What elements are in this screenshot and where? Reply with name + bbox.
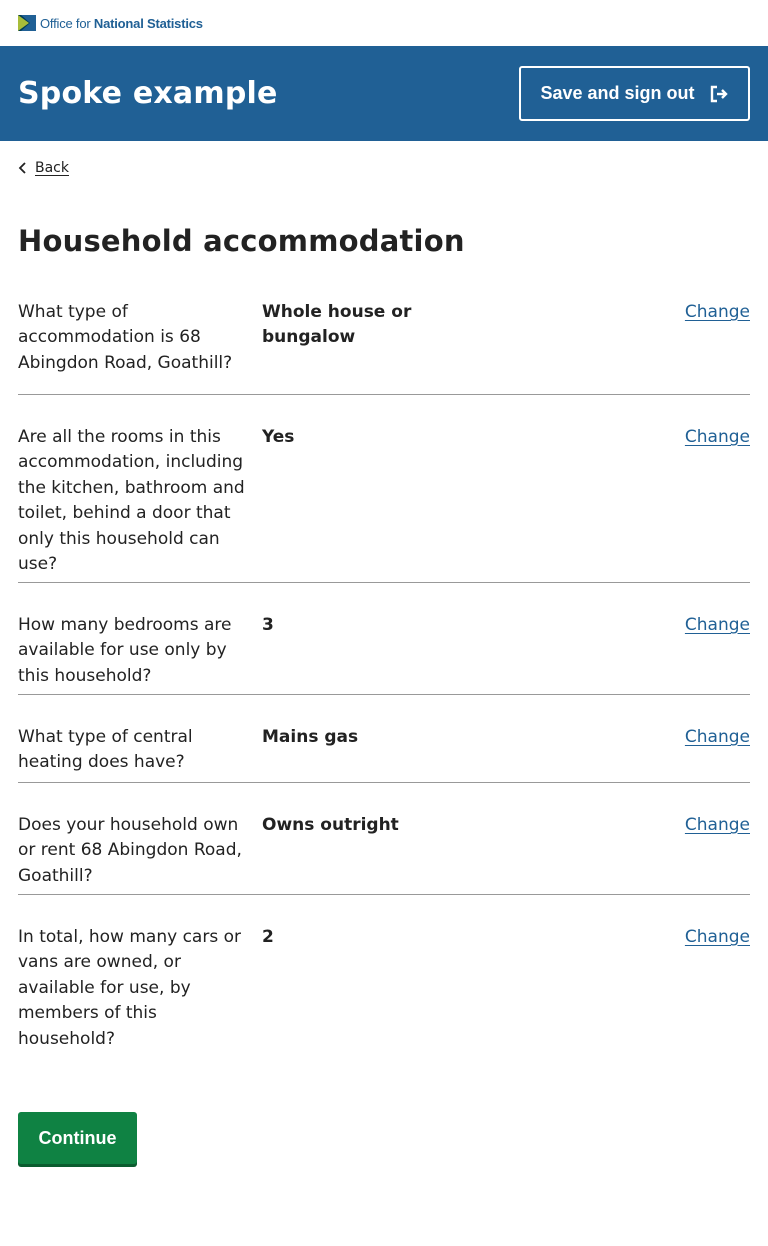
page-title: Household accommodation	[18, 224, 465, 258]
summary-row-tenure: Does your household own or rent 68 Abing…	[18, 783, 750, 895]
change-link[interactable]: Change	[685, 727, 750, 747]
summary-question: What type of accommodation is 68 Abingdo…	[18, 302, 233, 373]
continue-button[interactable]: Continue	[18, 1112, 137, 1164]
summary-question: What type of central heating does have?	[18, 727, 193, 773]
ons-logo-icon	[18, 15, 36, 31]
summary-answer: Yes	[262, 427, 295, 447]
change-link[interactable]: Change	[685, 815, 750, 835]
change-link[interactable]: Change	[685, 615, 750, 635]
summary-answer: Owns outright	[262, 815, 399, 835]
summary-row-central-heating: What type of central heating does have? …	[18, 695, 750, 783]
back-link-label: Back	[35, 160, 69, 176]
header-bar: Spoke example Save and sign out	[0, 46, 768, 141]
summary-change-cell: Change	[452, 725, 750, 782]
top-bar: Office for National Statistics	[0, 0, 768, 46]
summary-question: In total, how many cars or vans are owne…	[18, 927, 241, 1049]
save-and-sign-out-button[interactable]: Save and sign out	[519, 66, 750, 121]
summary-row-bedrooms: How many bedrooms are available for use …	[18, 583, 750, 695]
summary-answer: 2	[262, 927, 274, 947]
summary-row-cars: In total, how many cars or vans are owne…	[18, 895, 750, 1055]
change-link[interactable]: Change	[685, 427, 750, 447]
back-link[interactable]: Back	[18, 160, 69, 176]
change-link[interactable]: Change	[685, 927, 750, 947]
summary-row-accommodation-type: What type of accommodation is 68 Abingdo…	[18, 300, 750, 395]
save-and-sign-out-label: Save and sign out	[540, 83, 695, 103]
ons-logo[interactable]: Office for National Statistics	[18, 15, 203, 31]
summary-change-cell: Change	[452, 813, 750, 894]
summary-row-self-contained: Are all the rooms in this accommodation,…	[18, 395, 750, 583]
summary-change-cell: Change	[452, 613, 750, 694]
summary-list: What type of accommodation is 68 Abingdo…	[18, 300, 750, 1055]
summary-change-cell: Change	[452, 925, 750, 1055]
summary-answer: 3	[262, 615, 274, 635]
summary-change-cell: Change	[452, 425, 750, 582]
summary-change-cell: Change	[452, 300, 750, 394]
header-title: Spoke example	[18, 76, 278, 111]
summary-question: How many bedrooms are available for use …	[18, 615, 232, 686]
summary-answer: Whole house or bungalow	[262, 302, 412, 348]
change-link[interactable]: Change	[685, 302, 750, 322]
summary-question: Are all the rooms in this accommodation,…	[18, 427, 245, 575]
summary-answer: Mains gas	[262, 727, 359, 747]
chevron-left-icon	[18, 162, 26, 174]
ons-logo-text: Office for National Statistics	[40, 15, 203, 31]
summary-question: Does your household own or rent 68 Abing…	[18, 815, 242, 886]
sign-out-icon	[710, 85, 728, 102]
